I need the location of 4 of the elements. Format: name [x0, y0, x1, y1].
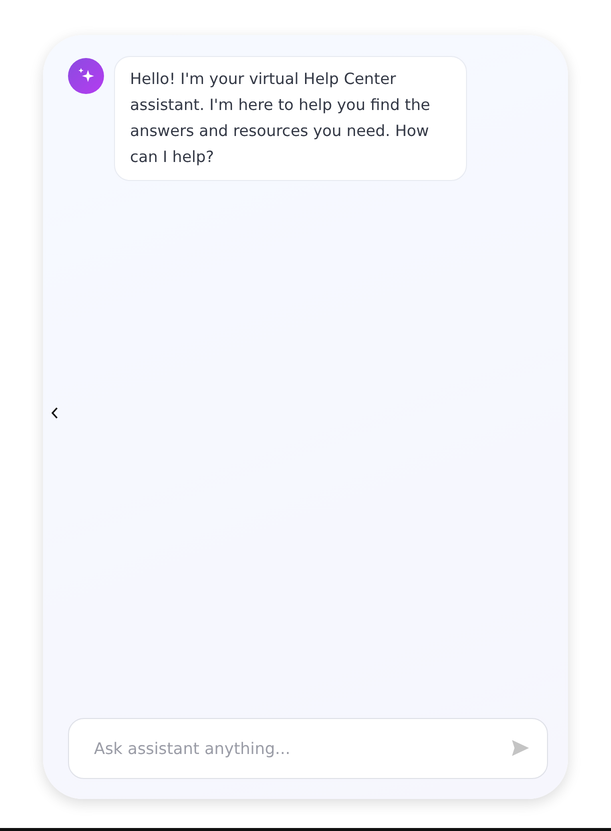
chevron-left-icon[interactable]	[51, 407, 59, 419]
sparkle-avatar-icon	[68, 58, 104, 94]
message-field[interactable]: Ask assistant anything...	[68, 718, 548, 779]
message-bubble: Hello! I'm your virtual Help Center assistant. I'm here to help you find the answers and resources you need. How can I help?	[114, 56, 467, 181]
